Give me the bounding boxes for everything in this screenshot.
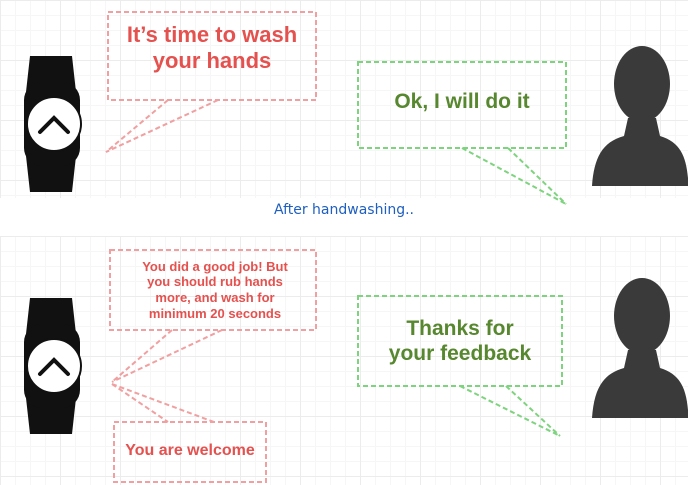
bottom-scene-panel xyxy=(0,236,688,485)
smartwatch-icon xyxy=(24,298,82,434)
watch-reply-text: You are welcome xyxy=(125,442,255,460)
person-silhouette-icon xyxy=(592,46,688,186)
smartwatch-icon xyxy=(24,56,82,192)
top-scene-panel xyxy=(0,0,688,198)
scene-caption: After handwashing.. xyxy=(273,202,415,218)
watch-message-text: It’s time to wash your hands xyxy=(126,21,298,73)
person-silhouette-icon xyxy=(592,278,688,418)
watch-feedback-text: You did a good job! But you should rub h… xyxy=(142,258,288,321)
user-reply-text: Ok, I will do it xyxy=(394,90,530,114)
user-thanks-text: Thanks for your feedback xyxy=(388,316,532,365)
